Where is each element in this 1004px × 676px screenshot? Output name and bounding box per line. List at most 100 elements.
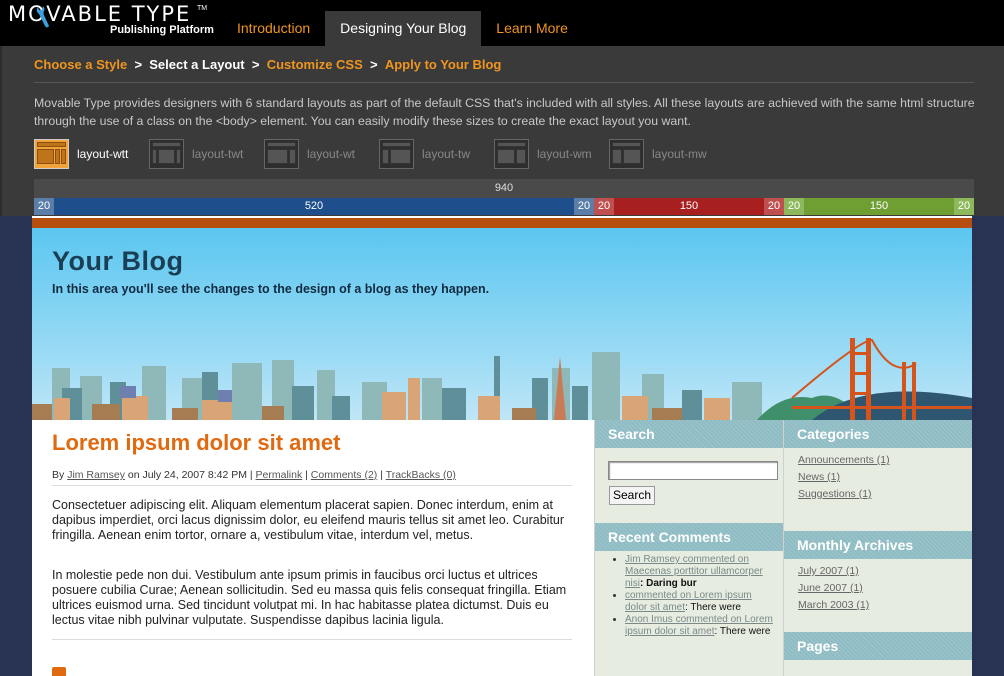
layout-option-twt[interactable]: layout-twt (149, 139, 264, 169)
tab-designing-your-blog[interactable]: Designing Your Blog (325, 11, 482, 46)
pages-title: Pages (784, 632, 972, 660)
layout-label: layout-wtt (77, 147, 129, 161)
comment-excerpt: : There were (685, 602, 741, 613)
breadcrumb-apply-to-blog[interactable]: Apply to Your Blog (385, 57, 502, 72)
search-button[interactable]: Search (609, 486, 656, 505)
design-panel: Choose a Style > Select a Layout > Custo… (0, 46, 1004, 216)
permalink-link[interactable]: Permalink (256, 469, 303, 481)
trackbacks-link[interactable]: TrackBacks (0) (386, 469, 456, 481)
layout-thumbnail-icon (379, 139, 414, 169)
logo-subtitle: Publishing Platform (110, 24, 214, 36)
breadcrumb-choose-style[interactable]: Choose a Style (34, 57, 127, 72)
archives-list: July 2007 (1) June 2007 (1) March 2003 (… (784, 563, 869, 614)
middle-sidebar: Search Search Recent Comments Jim Ramsey… (594, 420, 783, 676)
categories-list: Announcements (1) News (1) Suggestions (… (784, 452, 972, 503)
right-sidebar: Categories Announcements (1) News (1) Su… (783, 420, 972, 676)
categories-title: Categories (784, 420, 972, 448)
tab-introduction[interactable]: Introduction (222, 11, 325, 46)
blog-title[interactable]: Your Blog (52, 246, 183, 277)
author-link[interactable]: Jim Ramsey (67, 469, 125, 481)
layout-thumbnail-icon (609, 139, 644, 169)
comment-excerpt: : Daring bur (640, 578, 697, 589)
recent-comments-list: Jim Ramsey commented on Maecenas porttit… (625, 554, 775, 638)
sidebar-column-segment: 150 (804, 198, 954, 215)
breadcrumb-separator (245, 57, 252, 72)
category-link[interactable]: Suggestions (1) (798, 488, 872, 500)
tab-learn-more[interactable]: Learn More (481, 11, 583, 46)
gutter-segment: 20 (574, 198, 594, 215)
breadcrumb-separator: > (251, 57, 260, 72)
layout-option-tw[interactable]: layout-tw (379, 139, 494, 169)
city-skyline-illustration (32, 338, 972, 420)
category-link[interactable]: Announcements (1) (798, 454, 890, 466)
list-item: June 2007 (1) (798, 580, 869, 597)
layout-label: layout-wm (537, 147, 592, 161)
layout-option-wtt[interactable]: layout-wtt (34, 139, 149, 169)
breadcrumb-separator (127, 57, 134, 72)
header-top-strip (32, 218, 972, 228)
breadcrumb-customize-css[interactable]: Customize CSS (267, 57, 363, 72)
sidebar-column-segment: 150 (614, 198, 764, 215)
layout-options: layout-wtt layout-twt layout-wt layout-t… (34, 139, 724, 169)
post-title[interactable]: Lorem ipsum dolor sit amet (52, 430, 341, 456)
post-paragraph: In molestie pede non dui. Vestibulum ant… (52, 568, 567, 627)
main-column-segment: 520 (54, 198, 574, 215)
layout-label: layout-mw (652, 147, 707, 161)
layout-thumbnail-icon (34, 139, 69, 169)
divider (34, 82, 974, 83)
wrench-icon (36, 6, 49, 28)
archive-link[interactable]: June 2007 (1) (798, 582, 863, 594)
search-widget-title: Search (595, 420, 783, 448)
layout-thumbnail-icon (264, 139, 299, 169)
post-byline: By Jim Ramsey on July 24, 2007 8:42 PM |… (52, 469, 572, 486)
list-item: Announcements (1) (798, 452, 972, 469)
breadcrumb: Choose a Style > Select a Layout > Custo… (34, 57, 501, 72)
top-bar: MOVABLE TYPE TM Publishing Platform Intr… (0, 0, 1004, 46)
archive-link[interactable]: July 2007 (1) (798, 565, 859, 577)
byline-by: By (52, 469, 65, 481)
blog-description: In this area you'll see the changes to t… (52, 282, 490, 296)
gutter-segment: 20 (784, 198, 804, 215)
monthly-archives-title: Monthly Archives (784, 531, 972, 559)
list-item: News (1) (798, 469, 972, 486)
post-divider (52, 639, 572, 640)
list-item: commented on Lorem ipsum dolor sit amet:… (625, 590, 775, 614)
category-link[interactable]: News (1) (798, 471, 840, 483)
layout-description: Movable Type provides designers with 6 s… (34, 96, 975, 128)
total-width-ruler: 940 (34, 179, 974, 198)
blog-preview: Your Blog In this area you'll see the ch… (32, 216, 972, 676)
movable-type-logo[interactable]: MOVABLE TYPE TM Publishing Platform (8, 2, 218, 44)
layout-thumbnail-icon (494, 139, 529, 169)
column-width-bars: 20 520 20 20 150 20 20 150 20 (34, 198, 974, 215)
next-post-title-fragment (52, 667, 66, 676)
layout-option-wt[interactable]: layout-wt (264, 139, 379, 169)
list-item: Anon Imus commented on Lorem ipsum dolor… (625, 614, 775, 638)
breadcrumb-separator: > (134, 57, 143, 72)
breadcrumb-separator: > (370, 57, 378, 72)
main-content: Lorem ipsum dolor sit amet By Jim Ramsey… (32, 420, 594, 676)
comments-link[interactable]: Comments (2) (311, 469, 378, 481)
post-date: on July 24, 2007 8:42 PM | (127, 469, 253, 481)
comment-excerpt: : There were (714, 626, 771, 637)
layout-label: layout-wt (307, 147, 356, 161)
breadcrumb-separator (142, 57, 149, 72)
list-item: July 2007 (1) (798, 563, 869, 580)
breadcrumb-separator (363, 57, 370, 72)
gutter-segment: 20 (764, 198, 784, 215)
layout-thumbnail-icon (149, 139, 184, 169)
logo-trademark: TM (197, 5, 208, 12)
breadcrumb-select-layout: Select a Layout (149, 57, 245, 72)
list-item: Jim Ramsey commented on Maecenas porttit… (625, 554, 775, 590)
archive-link[interactable]: March 2003 (1) (798, 599, 869, 611)
post-paragraph: Consectetuer adipiscing elit. Aliquam el… (52, 498, 565, 542)
layout-option-wm[interactable]: layout-wm (494, 139, 609, 169)
list-item: March 2003 (1) (798, 597, 869, 614)
gutter-segment: 20 (954, 198, 974, 215)
breadcrumb-separator (259, 57, 266, 72)
search-input[interactable] (608, 461, 778, 480)
layout-option-mw[interactable]: layout-mw (609, 139, 724, 169)
breadcrumb-separator (378, 57, 385, 72)
gutter-segment: 20 (34, 198, 54, 215)
list-item: Suggestions (1) (798, 486, 972, 503)
recent-comments-title: Recent Comments (595, 523, 783, 551)
